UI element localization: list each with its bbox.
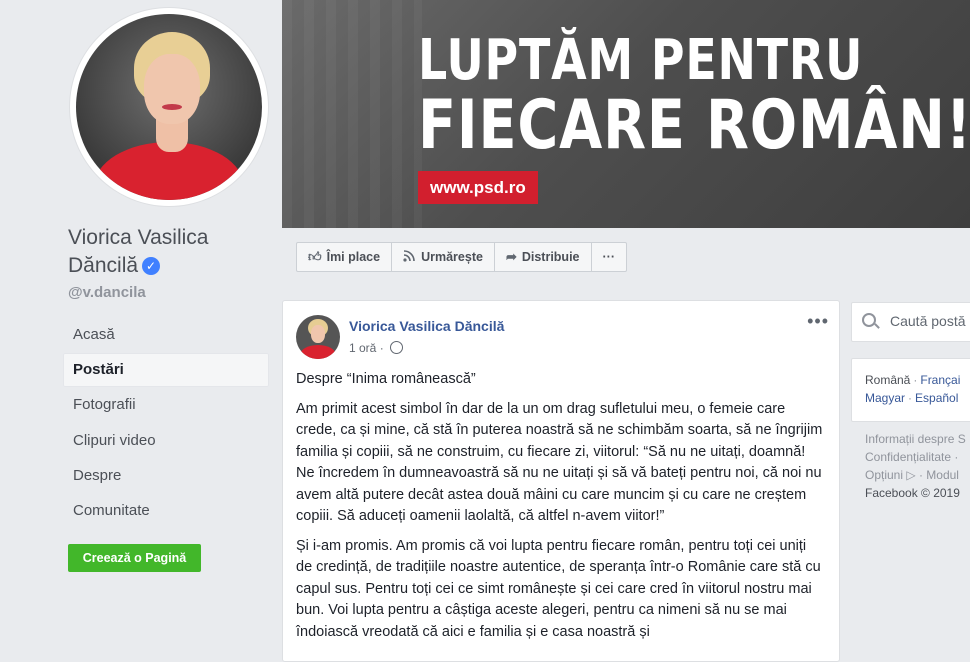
cover-url-label: www.psd.ro	[418, 171, 538, 204]
create-page-button[interactable]: Creează o Pagină	[68, 544, 201, 572]
footer-link-about[interactable]: Informații despre S	[865, 430, 970, 448]
nav-item-home[interactable]: Acasă	[63, 318, 269, 352]
cover-photo[interactable]: LUPTĂM PENTRU FIECARE ROMÂN! www.psd.ro	[282, 0, 970, 228]
follow-label: Urmărește	[421, 250, 483, 264]
search-posts-box[interactable]	[851, 302, 970, 342]
language-row: Magyar · Español	[865, 391, 959, 405]
post-paragraph: Am primit acest simbol în dar de la un o…	[296, 400, 823, 525]
page-name-text: Viorica Vasilica Dăncilă	[68, 226, 209, 277]
meta-separator: ·	[379, 341, 384, 355]
language-row: Română · Françai	[865, 373, 961, 387]
more-options-button[interactable]: ···	[592, 243, 627, 271]
profile-photo-image	[76, 14, 262, 200]
language-link[interactable]: Español	[915, 391, 958, 405]
nav-item-community[interactable]: Comunitate	[63, 494, 269, 528]
post-timestamp[interactable]: 1 oră	[349, 341, 376, 355]
share-arrow-icon: ➦	[505, 249, 517, 264]
nav-item-videos[interactable]: Clipuri video	[63, 424, 269, 458]
cover-pattern	[282, 0, 422, 228]
nav-item-photos[interactable]: Fotografii	[63, 388, 269, 422]
thumbs-up-icon: 👍︎	[308, 249, 322, 264]
post-author-avatar[interactable]	[296, 315, 340, 359]
cover-headline-line1: LUPTĂM PENTRU	[418, 28, 864, 93]
page-handle[interactable]: @v.dancila	[68, 284, 146, 301]
language-selector: Română · Françai Magyar · Español	[851, 358, 970, 422]
nav-item-about[interactable]: Despre	[63, 459, 269, 493]
footer-copyright: Facebook © 2019	[865, 486, 960, 500]
verified-badge-icon: ✓	[142, 257, 161, 275]
page-footer: Informații despre S Confidențialitate · …	[865, 430, 970, 502]
post-meta: 1 oră ·	[349, 341, 404, 355]
search-icon	[862, 313, 876, 327]
nav-item-posts[interactable]: Postări	[63, 353, 269, 388]
profile-picture[interactable]	[70, 8, 268, 206]
page-action-bar: 👍︎ Îmi place Urmărește ➦ Distribuie ···	[296, 242, 627, 272]
footer-options-label: Opțiuni	[865, 468, 904, 482]
follow-page-button[interactable]: Urmărește	[392, 243, 495, 271]
post-card: Viorica Vasilica Dăncilă 1 oră · ••• Des…	[282, 300, 840, 662]
like-label: Îmi place	[326, 250, 381, 264]
share-label: Distribuie	[521, 250, 580, 264]
page-nav: Acasă Postări Fotografii Clipuri video D…	[63, 318, 269, 529]
search-posts-input[interactable]	[890, 313, 970, 329]
post-paragraph: Despre “Inima românească”	[296, 371, 476, 387]
footer-link-privacy[interactable]: Confidențialitate ·	[865, 448, 970, 466]
post-paragraph: Și i-am promis. Am promis că voi lupta p…	[296, 537, 821, 640]
post-author-link[interactable]: Viorica Vasilica Dăncilă	[349, 318, 504, 334]
language-link[interactable]: Françai	[920, 373, 960, 387]
page-title[interactable]: Viorica Vasilica Dăncilă ✓	[68, 224, 268, 280]
public-globe-icon[interactable]	[390, 341, 404, 354]
footer-more-label: Modul	[926, 468, 959, 482]
share-page-button[interactable]: ➦ Distribuie	[495, 243, 592, 271]
left-column: Viorica Vasilica Dăncilă ✓ @v.dancila Aca…	[0, 0, 282, 646]
rss-follow-icon	[403, 249, 416, 265]
language-link[interactable]: Magyar	[865, 391, 905, 405]
footer-link-options[interactable]: Opțiuni ▷ · Modul	[865, 466, 970, 484]
cover-headline-line2: FIECARE ROMÂN!	[418, 86, 970, 165]
adchoices-icon: ▷	[906, 468, 916, 482]
like-page-button[interactable]: 👍︎ Îmi place	[297, 243, 393, 271]
post-text: Despre “Inima românească” Am primit aces…	[296, 369, 823, 651]
post-options-button[interactable]: •••	[807, 311, 829, 332]
language-current: Română	[865, 373, 911, 387]
